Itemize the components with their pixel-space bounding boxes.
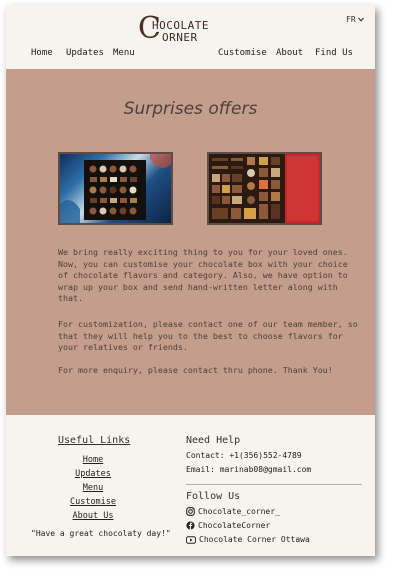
nav-customise[interactable]: Customise	[218, 48, 267, 58]
page-title: Surprises offers	[123, 99, 258, 119]
need-help-title: Need Help	[186, 435, 241, 446]
follow-us-title: Follow Us	[186, 491, 241, 502]
nav-home[interactable]: Home	[31, 48, 53, 58]
chocolate-box-photo-red-lid	[207, 152, 322, 225]
enquiry-paragraph: For more enquiry, please contact thru ph…	[58, 365, 333, 375]
nav-about[interactable]: About	[276, 48, 303, 58]
useful-links-title: Useful Links	[58, 435, 131, 446]
language-label: FR	[346, 15, 356, 24]
footer-divider	[186, 484, 362, 485]
youtube-channel: Chocolate Corner Ottawa	[199, 535, 310, 544]
social-youtube[interactable]: Chocolate Corner Ottawa	[186, 535, 310, 544]
facebook-icon	[186, 521, 195, 530]
chevron-down-icon	[357, 17, 364, 22]
nav-updates[interactable]: Updates	[66, 48, 104, 58]
nav-menu[interactable]: Menu	[113, 48, 135, 58]
page: C HOCOLATE ORNER FR Home Updates Menu Cu…	[6, 5, 375, 556]
intro-paragraph: We bring really exciting thing to you fo…	[58, 247, 348, 303]
footer-link-updates[interactable]: Updates	[6, 469, 180, 479]
contact-email[interactable]: Email: marinab08@gmail.com	[186, 465, 311, 474]
logo-line-2: ORNER	[162, 31, 198, 44]
site-footer: Useful Links Home Updates Menu Customise…	[6, 415, 375, 556]
chocolate-box-photo-assorted	[58, 152, 173, 225]
social-instagram[interactable]: Chocolate_corner_	[186, 507, 280, 516]
youtube-icon	[186, 535, 196, 544]
footer-link-menu[interactable]: Menu	[6, 483, 180, 493]
site-header: C HOCOLATE ORNER FR Home Updates Menu Cu…	[6, 5, 375, 69]
facebook-handle: ChocolateCorner	[198, 521, 271, 530]
contact-phone: Contact: +1(356)552-4789	[186, 451, 302, 460]
footer-link-home[interactable]: Home	[6, 455, 180, 465]
instagram-icon	[186, 507, 195, 516]
nav-find-us[interactable]: Find Us	[315, 48, 353, 58]
footer-link-customise[interactable]: Customise	[6, 497, 180, 507]
language-selector[interactable]: FR	[346, 15, 364, 24]
social-facebook[interactable]: ChocolateCorner	[186, 521, 270, 530]
brand-logo[interactable]: C HOCOLATE ORNER	[138, 14, 228, 47]
customization-paragraph: For customization, please contact one of…	[58, 319, 358, 352]
footer-link-about-us[interactable]: About Us	[6, 511, 180, 521]
instagram-handle: Chocolate_corner_	[198, 507, 280, 516]
footer-quote: "Have a great chocolaty day!"	[31, 529, 171, 538]
main-section: Surprises offers We bring really excitin…	[6, 69, 375, 415]
